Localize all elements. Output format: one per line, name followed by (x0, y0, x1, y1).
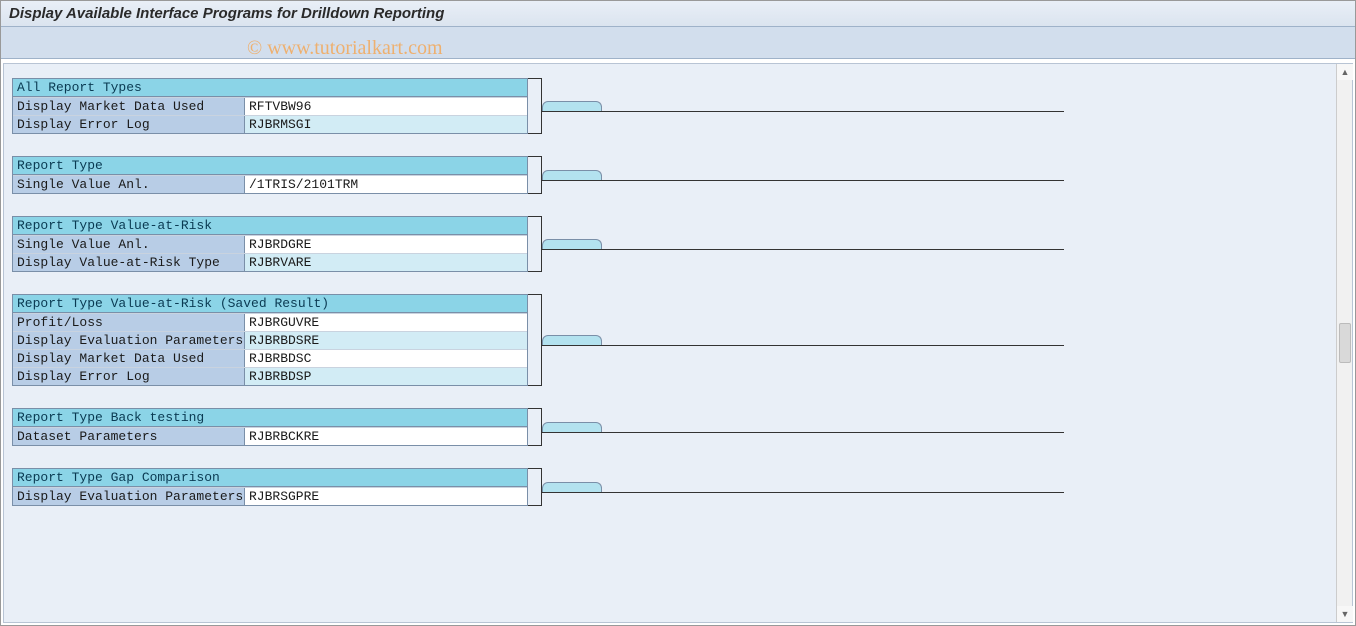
connector-line (542, 345, 1064, 346)
group-header: Report Type (13, 157, 527, 175)
row-label: Single Value Anl. (13, 176, 245, 193)
row-label: Display Market Data Used (13, 350, 245, 367)
group-box: Report Type Back testingDataset Paramete… (12, 408, 528, 446)
groups-container: All Report TypesDisplay Market Data Used… (12, 78, 1344, 506)
content-area: All Report TypesDisplay Market Data Used… (3, 63, 1353, 623)
row-value[interactable]: RJBRBDSC (245, 350, 527, 367)
group-connector (528, 78, 1064, 134)
scroll-thumb[interactable] (1339, 323, 1351, 363)
group: Report Type Value-at-Risk (Saved Result)… (12, 294, 1344, 386)
group: Report Type Back testingDataset Paramete… (12, 408, 1344, 446)
table-row: Profit/LossRJBRGUVRE (13, 313, 527, 331)
tab-stub[interactable] (542, 422, 602, 432)
group-box: Report Type Gap ComparisonDisplay Evalua… (12, 468, 528, 506)
row-label: Single Value Anl. (13, 236, 245, 253)
group-box: All Report TypesDisplay Market Data Used… (12, 78, 528, 134)
row-label: Display Evaluation Parameters (13, 332, 245, 349)
table-row: Display Value-at-Risk TypeRJBRVARE (13, 253, 527, 271)
group: Report TypeSingle Value Anl./1TRIS/2101T… (12, 156, 1344, 194)
row-value[interactable]: RJBRGUVRE (245, 314, 527, 331)
row-value[interactable]: RFTVBW96 (245, 98, 527, 115)
bracket-line (528, 216, 542, 272)
table-row: Display Evaluation ParametersRJBRBDSRE (13, 331, 527, 349)
row-value[interactable]: RJBRBDSP (245, 368, 527, 385)
group-connector (528, 216, 1064, 272)
tab-stub[interactable] (542, 482, 602, 492)
table-row: Display Error LogRJBRMSGI (13, 115, 527, 133)
row-label: Display Error Log (13, 368, 245, 385)
tab-stub[interactable] (542, 239, 602, 249)
group-box: Report TypeSingle Value Anl./1TRIS/2101T… (12, 156, 528, 194)
group: Report Type Value-at-RiskSingle Value An… (12, 216, 1344, 272)
row-value[interactable]: RJBRMSGI (245, 116, 527, 133)
row-value[interactable]: RJBRSGPRE (245, 488, 527, 505)
vertical-scrollbar[interactable]: ▲ ▼ (1336, 64, 1352, 622)
group-header: Report Type Gap Comparison (13, 469, 527, 487)
row-label: Display Evaluation Parameters (13, 488, 245, 505)
table-row: Single Value Anl./1TRIS/2101TRM (13, 175, 527, 193)
row-label: Display Error Log (13, 116, 245, 133)
bracket-line (528, 156, 542, 194)
bracket-line (528, 408, 542, 446)
row-label: Display Market Data Used (13, 98, 245, 115)
group: All Report TypesDisplay Market Data Used… (12, 78, 1344, 134)
group-box: Report Type Value-at-Risk (Saved Result)… (12, 294, 528, 386)
tab-stub[interactable] (542, 101, 602, 111)
group-header: Report Type Value-at-Risk (Saved Result) (13, 295, 527, 313)
table-row: Display Error LogRJBRBDSP (13, 367, 527, 385)
connector-line (542, 249, 1064, 250)
bracket-line (528, 294, 542, 386)
toolbar (1, 27, 1355, 59)
table-row: Display Market Data UsedRFTVBW96 (13, 97, 527, 115)
scroll-down-button[interactable]: ▼ (1337, 606, 1353, 622)
bracket-line (528, 78, 542, 134)
table-row: Display Evaluation ParametersRJBRSGPRE (13, 487, 527, 505)
group-header: Report Type Back testing (13, 409, 527, 427)
group-connector (528, 408, 1064, 446)
table-row: Display Market Data UsedRJBRBDSC (13, 349, 527, 367)
connector-line (542, 492, 1064, 493)
row-label: Profit/Loss (13, 314, 245, 331)
table-row: Single Value Anl.RJBRDGRE (13, 235, 527, 253)
row-value[interactable]: RJBRVARE (245, 254, 527, 271)
scroll-up-button[interactable]: ▲ (1337, 64, 1353, 80)
connector-line (542, 432, 1064, 433)
tab-stub[interactable] (542, 335, 602, 345)
group-connector (528, 468, 1064, 506)
row-value[interactable]: RJBRDGRE (245, 236, 527, 253)
group-header: All Report Types (13, 79, 527, 97)
group: Report Type Gap ComparisonDisplay Evalua… (12, 468, 1344, 506)
row-value[interactable]: RJBRBCKRE (245, 428, 527, 445)
row-label: Display Value-at-Risk Type (13, 254, 245, 271)
connector-line (542, 180, 1064, 181)
app-window: Display Available Interface Programs for… (0, 0, 1356, 626)
row-label: Dataset Parameters (13, 428, 245, 445)
group-box: Report Type Value-at-RiskSingle Value An… (12, 216, 528, 272)
page-title: Display Available Interface Programs for… (1, 1, 1355, 27)
tab-stub[interactable] (542, 170, 602, 180)
group-connector (528, 294, 1064, 386)
bracket-line (528, 468, 542, 506)
row-value[interactable]: RJBRBDSRE (245, 332, 527, 349)
group-header: Report Type Value-at-Risk (13, 217, 527, 235)
connector-line (542, 111, 1064, 112)
group-connector (528, 156, 1064, 194)
table-row: Dataset ParametersRJBRBCKRE (13, 427, 527, 445)
row-value[interactable]: /1TRIS/2101TRM (245, 176, 527, 193)
